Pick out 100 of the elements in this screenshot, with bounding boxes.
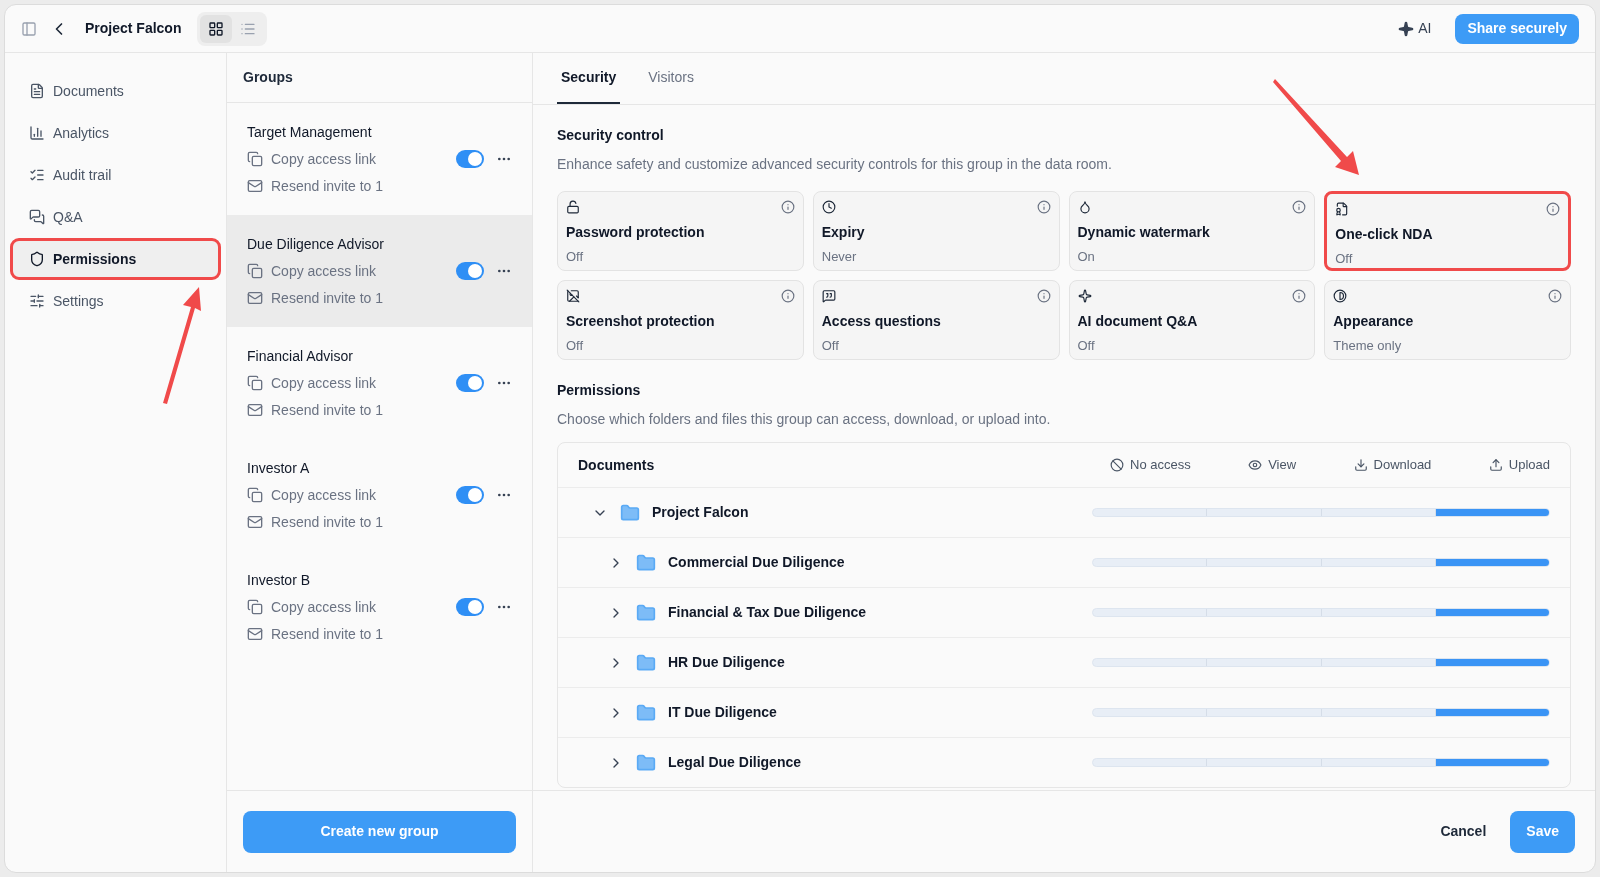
card-title: Dynamic watermark [1077,223,1211,242]
info-icon[interactable] [1292,289,1307,303]
card-value: Off [566,248,585,266]
section-subtitle: Enhance safety and customize advanced security controls for this group in the data room. [557,155,1113,174]
card-value: Off [1077,337,1096,355]
access-level-bar[interactable] [1092,608,1550,617]
security-card[interactable]: AI document Q&A Off [1068,280,1316,360]
toggle-switch[interactable] [456,150,484,168]
info-icon[interactable] [1546,202,1560,216]
card-title: Appearance [1333,312,1415,331]
chat-icon [29,209,45,225]
copy-icon [247,487,263,503]
group-item[interactable]: Investor B Copy access link Resend invite to 1 [227,551,532,663]
copy-link-button[interactable]: Copy access link [247,260,456,282]
mail-icon [247,402,263,418]
security-card[interactable]: Password protection Off [557,191,804,271]
sidebar-toggle-icon[interactable] [21,20,37,37]
folder-name[interactable]: Commercial Due Diligence [668,552,845,573]
resend-invite-button[interactable]: Resend invite to 1 [247,175,456,197]
tab[interactable]: Visitors [644,52,698,104]
nav-item[interactable]: Settings [13,283,218,319]
toggle-switch[interactable] [456,598,484,616]
upload-icon [1488,458,1503,472]
column-header: Download [1353,455,1432,475]
toggle-switch[interactable] [456,374,484,392]
section-title: Security control [557,126,665,145]
card-title: Password protection [566,223,706,242]
folder-icon [636,602,656,623]
document-icon [29,83,45,99]
card-title: Access questions [821,312,942,331]
groups-heading: Groups [243,68,293,87]
sliders-icon [29,293,45,309]
copy-icon [247,375,263,391]
table-heading: Documents [578,455,656,475]
info-icon[interactable] [1036,289,1051,303]
folder-name[interactable]: HR Due Diligence [668,652,785,673]
unlocked-lock-icon [566,200,580,214]
access-level-bar[interactable] [1092,708,1550,717]
ai-button[interactable]: AI [1398,18,1432,39]
access-level-bar[interactable] [1092,758,1550,767]
nav-item[interactable]: Q&A [13,199,218,235]
resend-invite-button[interactable]: Resend invite to 1 [247,399,456,421]
info-icon[interactable] [780,200,795,214]
bar-chart-icon [29,125,45,141]
security-card[interactable]: Access questions Off [812,280,1060,360]
group-item[interactable]: Financial Advisor Copy access link Resend invite to 1 [227,327,532,439]
group-item[interactable]: Target Management Copy access link Resend invite to 1 [227,103,532,215]
info-icon[interactable] [1548,289,1562,303]
group-name: Investor A [247,458,311,478]
document-icon [1335,202,1350,216]
resend-invite-button[interactable]: Resend invite to 1 [247,511,456,533]
nav-item[interactable]: Audit trail [13,157,218,193]
security-card[interactable]: One-click NDA Off [1324,191,1571,271]
security-card[interactable]: Expiry Never [812,191,1060,271]
column-header: No access [1110,455,1191,475]
group-item[interactable]: Due Diligence Advisor Copy access link Resend invite to 1 [227,215,532,327]
access-level-bar[interactable] [1092,508,1550,517]
group-name: Financial Advisor [247,346,354,366]
grid-view-icon[interactable] [200,14,233,43]
folder-name[interactable]: Project Falcon [652,502,749,523]
checklist-icon [29,167,45,183]
copy-link-button[interactable]: Copy access link [247,596,456,618]
folder-name[interactable]: Financial & Tax Due Diligence [668,602,867,623]
copy-link-button[interactable]: Copy access link [247,484,456,506]
card-value: Theme only [1333,337,1403,355]
resend-invite-button[interactable]: Resend invite to 1 [247,623,456,645]
copy-icon [247,151,263,167]
access-level-bar[interactable] [1092,658,1550,667]
access-level-bar[interactable] [1092,558,1550,567]
no-access-icon [1110,458,1124,472]
security-card[interactable]: Screenshot protection Off [557,280,804,360]
card-value: Off [1335,250,1354,268]
folder-icon [636,702,656,723]
speech-icon [821,289,836,303]
folder-name[interactable]: IT Due Diligence [668,702,777,723]
card-title: Screenshot protection [566,312,716,331]
nav-item[interactable]: Documents [13,73,218,109]
tab[interactable]: Security [557,52,621,104]
nav-item[interactable]: Permissions [13,241,218,277]
copy-link-button[interactable]: Copy access link [247,148,456,170]
info-icon[interactable] [1036,200,1051,214]
resend-invite-button[interactable]: Resend invite to 1 [247,287,456,309]
card-value: Off [821,337,840,355]
security-card[interactable]: Dynamic watermark On [1068,191,1316,271]
cancel-button[interactable]: Cancel [1440,821,1487,842]
copy-link-button[interactable]: Copy access link [247,372,456,394]
folder-icon [636,652,656,673]
group-item[interactable]: Investor A Copy access link Resend invite to 1 [227,439,532,551]
nav-item[interactable]: Analytics [13,115,218,151]
security-card[interactable]: Appearance Theme only [1324,280,1571,360]
info-icon[interactable] [1292,200,1307,214]
section-subtitle: Choose which folders and files this group can access, download, or upload into. [557,410,1052,429]
mail-icon [247,290,263,306]
toggle-switch[interactable] [456,486,484,504]
group-name: Target Management [247,122,373,142]
toggle-switch[interactable] [456,262,484,280]
group-name: Investor B [247,570,312,590]
info-icon[interactable] [780,289,795,303]
folder-name[interactable]: Legal Due Diligence [668,752,802,773]
sparkle-icon [1077,289,1092,303]
